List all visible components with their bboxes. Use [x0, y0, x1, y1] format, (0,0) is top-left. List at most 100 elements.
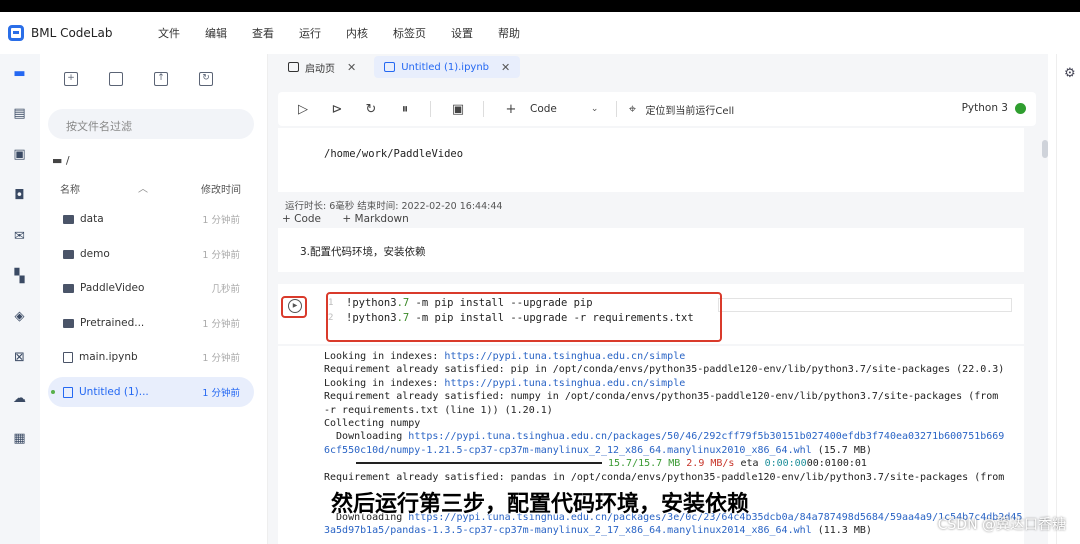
restart-icon[interactable]: ↻: [364, 102, 378, 117]
notebook-icon: [63, 386, 73, 398]
storage-icon[interactable]: ▤: [12, 106, 27, 121]
mail-icon[interactable]: ✉: [12, 229, 27, 244]
terminal-icon[interactable]: ▣: [12, 147, 27, 162]
add-markdown-button[interactable]: + Markdown: [342, 213, 408, 225]
output-link[interactable]: https://pypi.tuna.tsinghua.edu.cn/simple: [444, 351, 685, 362]
file-toolbar: + ↑ ↻: [64, 72, 244, 86]
markdown-text: 3.配置代码环境，安装依赖: [300, 246, 426, 258]
line-number: 1: [328, 298, 334, 308]
output-text: (11.3 MB): [811, 525, 872, 536]
menu-settings[interactable]: 设置: [451, 25, 473, 41]
menu-run[interactable]: 运行: [299, 25, 321, 41]
file-time: 1 分钟前: [202, 388, 240, 399]
close-icon[interactable]: ✕: [501, 61, 510, 74]
divider: [616, 101, 618, 117]
file-row-selected[interactable]: Untitled (1)... 1 分钟前: [48, 377, 254, 407]
file-time: 1 分钟前: [202, 319, 240, 330]
progress-rate: 2.9 MB/s: [686, 458, 735, 469]
layers-icon[interactable]: ◈: [12, 309, 27, 324]
output-text: Looking in indexes:: [324, 378, 445, 389]
menu-view[interactable]: 查看: [252, 25, 274, 41]
menu-bar: BML CodeLab 文件 编辑 查看 运行 内核 标签页 设置 帮助: [0, 12, 1080, 54]
run-cell-icon[interactable]: [281, 296, 307, 318]
output-link[interactable]: 6cf550c10d/numpy-1.21.5-cp37-cp37m-manyl…: [324, 445, 812, 456]
code-number: .7: [396, 297, 410, 309]
file-row[interactable]: demo 1 分钟前: [48, 239, 254, 269]
output-line: Requirement already satisfied: numpy in …: [324, 390, 998, 403]
file-row[interactable]: PaddleVideo 几秒前: [48, 273, 254, 303]
code-line[interactable]: !python3.7 -m pip install --upgrade -r r…: [346, 312, 694, 324]
notebook-editor: 启动页 ✕ Untitled (1).ipynb ✕ ▷ ⊳ ↻ ⏸ ▣ + C…: [268, 54, 1048, 544]
toolbox-icon[interactable]: ◘: [12, 188, 27, 203]
tab-notebook[interactable]: Untitled (1).ipynb ✕: [374, 56, 521, 78]
menu-file[interactable]: 文件: [158, 25, 180, 41]
cell-type-select[interactable]: Code: [530, 103, 557, 115]
close-icon[interactable]: ✕: [347, 61, 356, 74]
progress-tail: 00:0100:01: [806, 458, 867, 469]
breadcrumb[interactable]: ▬ /: [52, 154, 70, 167]
new-folder-icon[interactable]: [109, 72, 123, 86]
output-link[interactable]: 3a5d97b1a5/pandas-1.3.5-cp37-cp37m-manyl…: [324, 525, 812, 536]
scrollbar-thumb[interactable]: [1042, 140, 1048, 158]
file-name: Untitled (1)...: [79, 386, 149, 398]
chevron-down-icon[interactable]: ⌄: [591, 104, 599, 114]
menu-edit[interactable]: 编辑: [205, 25, 227, 41]
tab-launcher[interactable]: 启动页 ✕: [278, 56, 366, 78]
save-icon[interactable]: ▣: [451, 102, 465, 117]
add-code-button[interactable]: + Code: [282, 213, 321, 225]
add-cell-icon[interactable]: +: [504, 102, 518, 117]
gear-icon[interactable]: ⚙: [1064, 66, 1076, 81]
tab-label: Untitled (1).ipynb: [401, 61, 490, 73]
output-text: Looking in indexes:: [324, 351, 445, 362]
menu-help[interactable]: 帮助: [498, 25, 520, 41]
run-all-icon[interactable]: ⊳: [330, 102, 344, 117]
output-line: -r requirements.txt (line 1)) (1.20.1): [324, 404, 553, 417]
code-number: .7: [396, 312, 410, 324]
logo-icon: [8, 25, 24, 41]
output-line: Requirement already satisfied: pandas in…: [324, 471, 1004, 484]
path-text: /: [65, 154, 70, 167]
output-link[interactable]: https://pypi.tuna.tsinghua.edu.cn/packag…: [408, 431, 1004, 442]
locate-icon[interactable]: ⌖: [625, 102, 639, 117]
interrupt-icon[interactable]: ⏸: [398, 102, 412, 117]
screen: BML CodeLab 文件 编辑 查看 运行 内核 标签页 设置 帮助 ▬ ▤…: [0, 0, 1080, 544]
code-input-area[interactable]: [718, 298, 1012, 312]
output-text: Downloading: [324, 431, 409, 442]
markdown-cell[interactable]: 3.配置代码环境，安装依赖: [278, 228, 1024, 272]
chip-icon[interactable]: ▦: [12, 431, 27, 446]
activity-bar: ▬ ▤ ▣ ◘ ✉ ▚ ◈ ⊠ ☁ ▦: [0, 54, 40, 544]
eta-label: eta: [734, 458, 765, 469]
code-cell[interactable]: 1 !python3.7 -m pip install --upgrade pi…: [278, 284, 1024, 344]
file-row[interactable]: Pretrained... 1 分钟前: [48, 308, 254, 338]
add-cell-bar: + Code + Markdown: [282, 213, 409, 225]
file-row[interactable]: data 1 分钟前: [48, 204, 254, 234]
progress-bar: [356, 462, 602, 464]
menu-tabs[interactable]: 标签页: [393, 25, 426, 41]
notebook-cells: /home/work/PaddleVideo 运行时长: 6毫秒 结束时间: 2…: [278, 128, 1024, 544]
sort-chevron-icon[interactable]: ︿: [138, 180, 148, 195]
cloud-icon[interactable]: ☁: [12, 391, 27, 406]
file-time: 1 分钟前: [202, 353, 240, 364]
menu-kernel[interactable]: 内核: [346, 25, 368, 41]
header-name[interactable]: 名称: [60, 181, 80, 196]
line-number: 2: [328, 313, 334, 323]
progress-line: 15.7/15.7 MB 2.9 MB/s eta 0:00:0000:0100…: [324, 457, 867, 470]
code-line[interactable]: !python3.7 -m pip install --upgrade pip: [346, 297, 593, 309]
video-subtitle: 然后运行第三步，配置代码环境，安装依赖: [330, 492, 749, 517]
apps-icon[interactable]: ▚: [12, 269, 27, 284]
download-icon[interactable]: ⊠: [12, 350, 27, 365]
folder-icon[interactable]: ▬: [12, 66, 27, 81]
output-line: 3a5d97b1a5/pandas-1.3.5-cp37-cp37m-manyl…: [324, 524, 872, 537]
upload-icon[interactable]: ↑: [154, 72, 168, 86]
app-name: BML CodeLab: [31, 26, 113, 40]
refresh-icon[interactable]: ↻: [199, 72, 213, 86]
locate-running-cell[interactable]: 定位到当前运行Cell: [645, 102, 734, 117]
header-time[interactable]: 修改时间: [201, 181, 241, 196]
kernel-name[interactable]: Python 3: [962, 102, 1008, 114]
output-area: /home/work/PaddleVideo: [278, 128, 1024, 192]
new-file-icon[interactable]: +: [64, 72, 78, 86]
run-icon[interactable]: ▷: [296, 102, 310, 117]
file-row[interactable]: main.ipynb 1 分钟前: [48, 342, 254, 372]
filter-input[interactable]: 按文件名过滤: [48, 109, 254, 139]
output-link[interactable]: https://pypi.tuna.tsinghua.edu.cn/simple: [444, 378, 685, 389]
